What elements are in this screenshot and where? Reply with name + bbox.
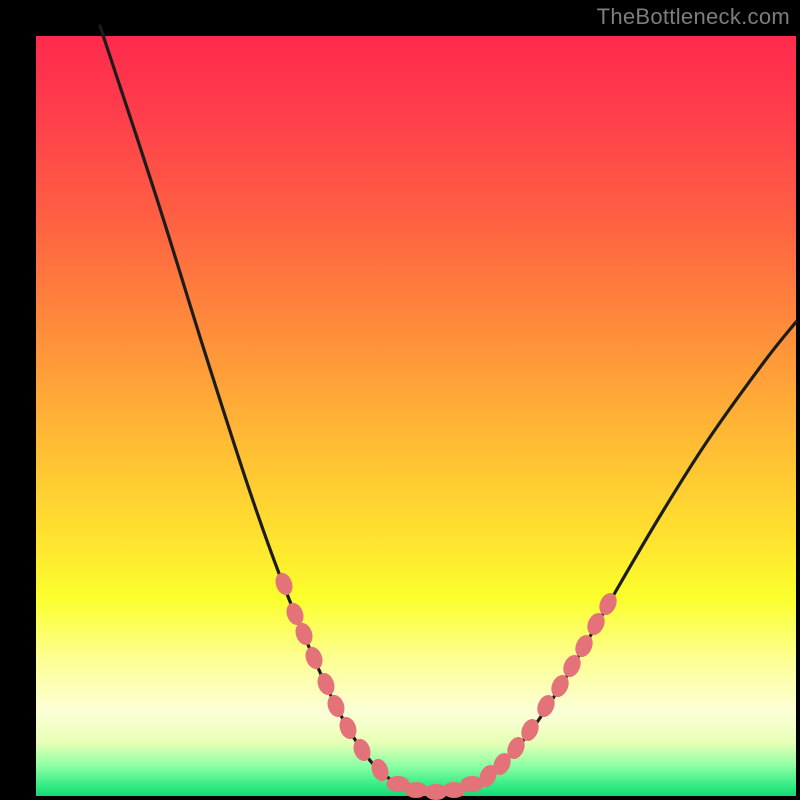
bead-group-right bbox=[477, 591, 620, 789]
bottleneck-curve bbox=[100, 26, 796, 792]
bead-marker bbox=[573, 633, 596, 659]
bead-group-trough bbox=[387, 777, 483, 800]
chart-frame: TheBottleneck.com bbox=[0, 0, 800, 800]
bead-marker bbox=[273, 571, 295, 597]
bead-marker bbox=[405, 783, 427, 798]
bead-marker bbox=[315, 671, 337, 697]
watermark-text: TheBottleneck.com bbox=[597, 6, 790, 28]
bead-marker bbox=[597, 591, 620, 617]
bead-marker bbox=[303, 645, 325, 671]
bead-marker bbox=[337, 715, 359, 741]
plot-area bbox=[36, 36, 796, 796]
bead-marker bbox=[325, 693, 347, 719]
curve-layer bbox=[36, 36, 796, 796]
